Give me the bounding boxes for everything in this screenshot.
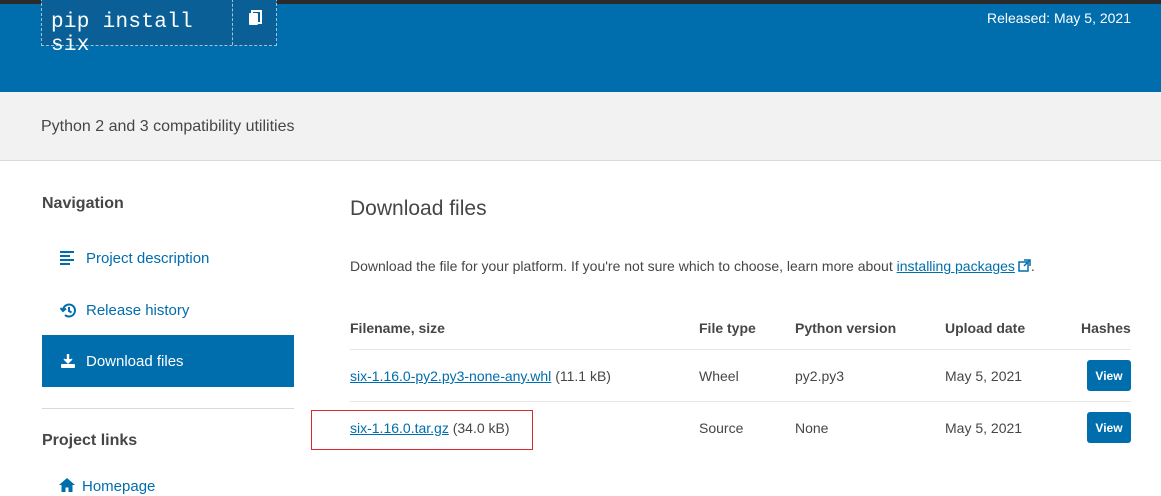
copy-button[interactable] — [232, 0, 276, 45]
file-cell: six-1.16.0-py2.py3-none-any.whl (11.1 kB… — [350, 368, 611, 384]
release-date: Released: May 5, 2021 — [987, 10, 1131, 26]
python-version: None — [795, 420, 829, 436]
highlight-box — [311, 410, 533, 450]
column-header-hashes: Hashes — [1081, 320, 1131, 336]
sidebar-item-release-history[interactable]: Release history — [42, 284, 294, 336]
file-type: Wheel — [699, 368, 739, 384]
copy-icon — [248, 10, 262, 31]
intro-suffix: . — [1030, 258, 1035, 274]
file-link-wheel[interactable]: six-1.16.0-py2.py3-none-any.whl — [350, 368, 551, 384]
python-version: py2.py3 — [795, 368, 845, 384]
file-type: Source — [699, 420, 744, 436]
column-header-filename: Filename, size — [350, 320, 445, 336]
home-icon — [58, 477, 76, 495]
external-link-icon — [1018, 259, 1031, 275]
upload-date: May 5, 2021 — [945, 420, 1023, 436]
column-header-file-type: File type — [699, 320, 756, 336]
column-header-upload-date: Upload date — [945, 320, 1026, 336]
sidebar-item-project-description[interactable]: Project description — [42, 232, 294, 284]
page-title: Download files — [350, 197, 487, 220]
sidebar-item-label: Project description — [86, 249, 210, 267]
row-divider — [350, 401, 1131, 402]
homepage-link[interactable]: Homepage — [58, 477, 155, 495]
row-divider — [350, 349, 1131, 350]
download-icon — [59, 352, 77, 370]
view-hashes-button-source[interactable]: View — [1087, 412, 1131, 443]
sidebar-item-label: Download files — [86, 352, 184, 370]
download-intro: Download the file for your platform. If … — [350, 258, 1035, 275]
upload-date: May 5, 2021 — [945, 368, 1023, 384]
package-header-banner: pip install six Released: May 5, 2021 — [0, 0, 1161, 92]
package-summary-bar: Python 2 and 3 compatibility utilities — [0, 92, 1161, 161]
pip-command-text[interactable]: pip install six — [42, 0, 232, 57]
pip-command-box: pip install six — [41, 0, 277, 57]
intro-text: Download the file for your platform. If … — [350, 258, 897, 274]
file-size: (11.1 kB) — [555, 368, 611, 384]
list-icon — [59, 249, 77, 267]
project-links-heading: Project links — [42, 432, 138, 449]
column-header-python-version: Python version — [795, 320, 897, 336]
installing-packages-link[interactable]: installing packages — [897, 258, 1015, 274]
view-hashes-button-wheel[interactable]: View — [1087, 360, 1131, 391]
sidebar-item-download-files[interactable]: Download files — [42, 335, 294, 387]
homepage-label: Homepage — [82, 477, 156, 495]
package-summary: Python 2 and 3 compatibility utilities — [41, 118, 295, 135]
navigation-heading: Navigation — [42, 195, 124, 212]
history-icon — [59, 301, 77, 319]
sidebar-item-label: Release history — [86, 301, 190, 319]
sidebar-divider — [42, 408, 294, 409]
